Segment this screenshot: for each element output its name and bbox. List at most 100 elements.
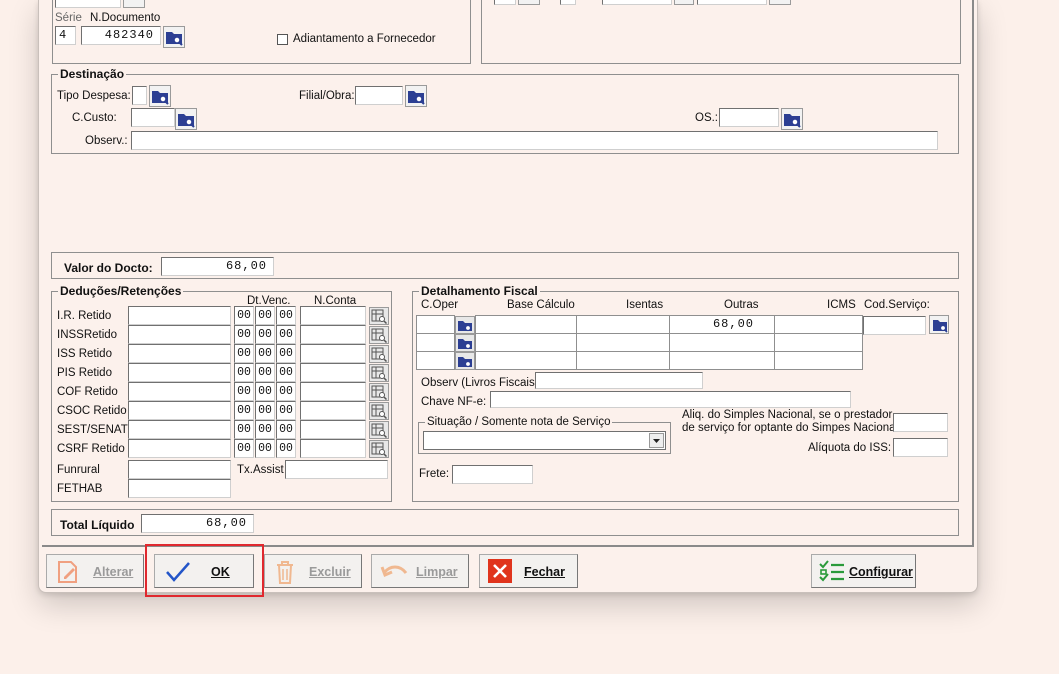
- nconta-input[interactable]: [300, 363, 366, 382]
- dtvenc-month[interactable]: 00: [255, 420, 275, 439]
- icms-cell-3[interactable]: [774, 351, 863, 370]
- filial-obra-input[interactable]: [355, 86, 403, 105]
- chave-nfe-input[interactable]: [490, 391, 851, 408]
- coper-cell-3[interactable]: [416, 351, 455, 370]
- fechar-button[interactable]: Fechar: [479, 554, 578, 588]
- dtvenc-month[interactable]: 00: [255, 344, 275, 363]
- top-right-field-4[interactable]: [697, 0, 767, 5]
- dtvenc-year[interactable]: 00: [276, 344, 296, 363]
- dtvenc-day[interactable]: 00: [234, 344, 254, 363]
- base-cell-1[interactable]: [475, 315, 577, 334]
- top-right-field-2[interactable]: [560, 0, 576, 5]
- situacao-select[interactable]: [423, 431, 666, 450]
- codserv-input[interactable]: [863, 316, 926, 335]
- search-coper-1[interactable]: [455, 316, 475, 334]
- search-codserv-button[interactable]: [929, 315, 949, 334]
- search-conta-button[interactable]: [369, 383, 389, 401]
- dtvenc-month[interactable]: 00: [255, 401, 275, 420]
- search-icon[interactable]: [123, 0, 145, 8]
- search-conta-button[interactable]: [369, 307, 389, 325]
- dtvenc-day[interactable]: 00: [234, 325, 254, 344]
- dtvenc-day[interactable]: 00: [234, 306, 254, 325]
- nconta-input[interactable]: [300, 382, 366, 401]
- outras-cell-1[interactable]: 68,00: [669, 315, 775, 334]
- search-conta-button[interactable]: [369, 402, 389, 420]
- dtvenc-year[interactable]: 00: [276, 382, 296, 401]
- search-conta-button[interactable]: [369, 364, 389, 382]
- serie-input[interactable]: 4: [55, 26, 76, 45]
- search-icon[interactable]: [674, 0, 694, 5]
- fethab-input[interactable]: [128, 479, 231, 498]
- dtvenc-year[interactable]: 00: [276, 306, 296, 325]
- top-right-field-1[interactable]: [494, 0, 516, 5]
- search-conta-button[interactable]: [369, 345, 389, 363]
- deducao-valor-input[interactable]: [128, 439, 231, 458]
- excluir-button[interactable]: Excluir: [264, 554, 362, 588]
- dtvenc-month[interactable]: 00: [255, 439, 275, 458]
- icms-cell-2[interactable]: [774, 333, 863, 352]
- search-icon[interactable]: [518, 0, 540, 5]
- ccusto-input[interactable]: [131, 108, 175, 127]
- isentas-cell-1[interactable]: [576, 315, 670, 334]
- top-field-partial[interactable]: [55, 0, 121, 8]
- txassist-input[interactable]: [285, 460, 388, 479]
- isentas-cell-3[interactable]: [576, 351, 670, 370]
- isentas-cell-2[interactable]: [576, 333, 670, 352]
- tipo-despesa-input[interactable]: [132, 86, 147, 105]
- dtvenc-month[interactable]: 00: [255, 382, 275, 401]
- dtvenc-month[interactable]: 00: [255, 363, 275, 382]
- deducao-valor-input[interactable]: [128, 363, 231, 382]
- top-right-field-3[interactable]: [602, 0, 672, 5]
- adiantamento-checkbox[interactable]: [277, 34, 288, 45]
- dtvenc-year[interactable]: 00: [276, 420, 296, 439]
- coper-cell-1[interactable]: [416, 315, 455, 334]
- outras-cell-3[interactable]: [669, 351, 775, 370]
- documento-input[interactable]: 482340: [81, 26, 161, 45]
- nconta-input[interactable]: [300, 344, 366, 363]
- dtvenc-year[interactable]: 00: [276, 439, 296, 458]
- chevron-down-icon[interactable]: [649, 433, 664, 448]
- search-icon[interactable]: [769, 0, 791, 5]
- search-conta-button[interactable]: [369, 440, 389, 458]
- nconta-input[interactable]: [300, 325, 366, 344]
- search-ccusto-button[interactable]: [175, 108, 197, 130]
- alterar-button[interactable]: Alterar: [46, 554, 144, 588]
- base-cell-2[interactable]: [475, 333, 577, 352]
- search-conta-button[interactable]: [369, 421, 389, 439]
- deducao-valor-input[interactable]: [128, 344, 231, 363]
- aliq-simples-input[interactable]: [893, 413, 948, 432]
- dtvenc-day[interactable]: 00: [234, 439, 254, 458]
- coper-cell-2[interactable]: [416, 333, 455, 352]
- search-conta-button[interactable]: [369, 326, 389, 344]
- nconta-input[interactable]: [300, 401, 366, 420]
- deducao-valor-input[interactable]: [128, 325, 231, 344]
- icms-cell-1[interactable]: [774, 315, 863, 334]
- search-filial-button[interactable]: [405, 85, 427, 107]
- base-cell-3[interactable]: [475, 351, 577, 370]
- search-documento-button[interactable]: [163, 26, 185, 48]
- valor-docto-input[interactable]: 68,00: [161, 257, 274, 276]
- outras-cell-2[interactable]: [669, 333, 775, 352]
- deducao-valor-input[interactable]: [128, 420, 231, 439]
- deducao-valor-input[interactable]: [128, 306, 231, 325]
- os-input[interactable]: [719, 108, 779, 127]
- observ-input[interactable]: [131, 131, 938, 150]
- search-coper-3[interactable]: [455, 352, 475, 370]
- aliq-iss-input[interactable]: [893, 438, 948, 457]
- dtvenc-day[interactable]: 00: [234, 401, 254, 420]
- dtvenc-year[interactable]: 00: [276, 325, 296, 344]
- observ-livros-input[interactable]: [535, 372, 703, 389]
- deducao-valor-input[interactable]: [128, 382, 231, 401]
- dtvenc-day[interactable]: 00: [234, 363, 254, 382]
- dtvenc-month[interactable]: 00: [255, 306, 275, 325]
- dtvenc-year[interactable]: 00: [276, 363, 296, 382]
- frete-input[interactable]: [452, 465, 533, 484]
- deducao-valor-input[interactable]: [128, 401, 231, 420]
- funrural-input[interactable]: [128, 460, 231, 479]
- dtvenc-day[interactable]: 00: [234, 420, 254, 439]
- limpar-button[interactable]: Limpar: [371, 554, 469, 588]
- nconta-input[interactable]: [300, 420, 366, 439]
- nconta-input[interactable]: [300, 306, 366, 325]
- configurar-button[interactable]: Configurar: [811, 554, 916, 588]
- total-liquido-input[interactable]: 68,00: [141, 514, 254, 533]
